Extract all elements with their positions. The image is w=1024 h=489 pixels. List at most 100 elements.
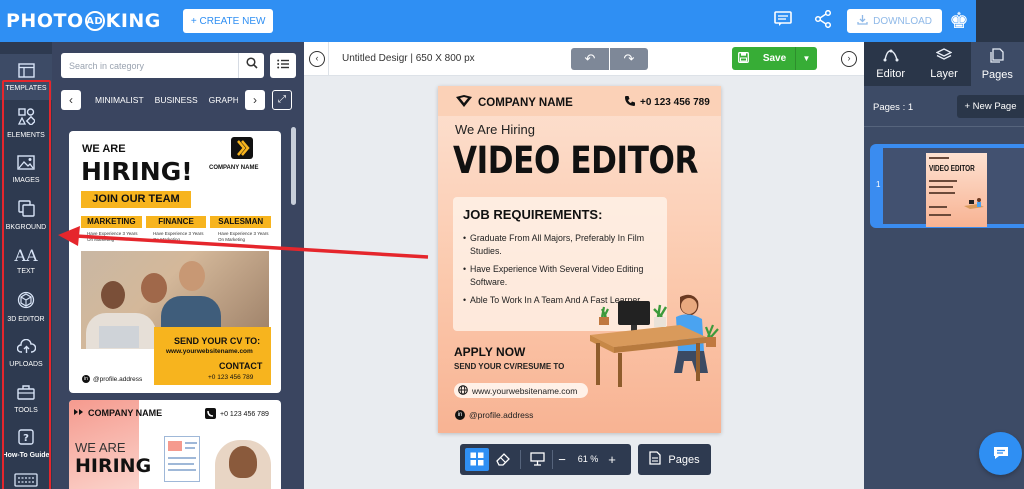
- doc-line: [168, 457, 196, 459]
- person-head: [101, 281, 125, 309]
- doc-line: [168, 463, 194, 465]
- list-item: Graduate From All Majors, Preferably In …: [463, 232, 663, 258]
- eraser-icon[interactable]: [491, 448, 515, 471]
- person-head: [179, 261, 205, 291]
- chevron-right-icon[interactable]: ›: [245, 90, 265, 110]
- zoom-level: 61 %: [577, 454, 599, 464]
- tab-pages[interactable]: Pages: [970, 42, 1024, 86]
- category-business[interactable]: BUSINESS: [155, 95, 198, 105]
- zoom-in-icon[interactable]: +: [603, 448, 621, 471]
- tab-label: Pages: [981, 68, 1013, 81]
- poster-we-are[interactable]: We Are Hiring: [455, 122, 535, 137]
- page-item[interactable]: 1 VIDEO EDITOR: [870, 144, 1024, 228]
- phone-icon: [205, 408, 216, 421]
- king-icon[interactable]: ♚: [942, 8, 976, 34]
- page-thumbnail-title: VIDEO EDITOR: [929, 164, 975, 173]
- logo-badge: AD: [84, 11, 105, 31]
- thumb-line: [929, 206, 947, 208]
- poster-profile[interactable]: in @profile.address: [455, 410, 533, 420]
- globe-icon: [458, 384, 468, 397]
- template-tag: SALESMAN: [210, 216, 272, 228]
- layer-icon: [935, 48, 953, 65]
- save-button[interactable]: Save ▼: [732, 47, 817, 70]
- template-hiring: HIRING!: [81, 157, 193, 186]
- page-thumbnail[interactable]: VIDEO EDITOR: [926, 153, 987, 227]
- template-contact: CONTACT: [219, 361, 263, 371]
- search-icon[interactable]: [238, 53, 264, 78]
- tab-layer[interactable]: Layer: [917, 42, 970, 86]
- doc-line: [185, 442, 197, 444]
- list-view-icon[interactable]: [270, 53, 296, 78]
- app-window: PHOTO AD KING + CREATE NEW DOWNLOAD ♚ TE…: [0, 0, 1024, 489]
- template-profile-text: @profile.address: [93, 375, 143, 383]
- template-tag: FINANCE: [145, 216, 207, 228]
- template-we-are: WE ARE: [75, 440, 126, 455]
- poster-desk-illustration[interactable]: [588, 281, 721, 391]
- template-company: COMPANY NAME: [73, 407, 162, 419]
- search-input[interactable]: Search in category: [61, 53, 238, 78]
- template-card[interactable]: COMPANY NAME +0 123 456 789 WE ARE HIRIN…: [69, 400, 281, 489]
- poster-send-cv[interactable]: SEND YOUR CV/RESUME TO: [454, 362, 564, 371]
- template-company-text: COMPANY NAME: [88, 408, 163, 418]
- share-icon[interactable]: [803, 9, 843, 33]
- chevron-left-icon[interactable]: ‹: [61, 90, 81, 110]
- category-graphic[interactable]: GRAPHI: [209, 95, 238, 105]
- page-thumb-area: VIDEO EDITOR: [883, 148, 1024, 227]
- thumb-illustration: [964, 197, 984, 215]
- new-page-button[interactable]: + New Page: [957, 95, 1024, 118]
- design-canvas[interactable]: COMPANY NAME +0 123 456 789 We Are Hirin…: [438, 86, 721, 433]
- left-tool-rail: TEMPLATES ELEMENTS IMAGES BKGROUND Aa TE…: [0, 42, 52, 489]
- chat-support-icon[interactable]: [979, 432, 1022, 475]
- grid-view-icon[interactable]: [465, 448, 489, 471]
- doc-line: [168, 469, 196, 471]
- collapse-right-icon[interactable]: ›: [841, 51, 857, 67]
- poster-profile-text: @profile.address: [469, 410, 534, 420]
- category-list: MINIMALIST BUSINESS GRAPHI: [86, 90, 238, 110]
- save-icon: [732, 51, 754, 66]
- expand-icon[interactable]: ⤢: [272, 90, 292, 110]
- present-icon[interactable]: [525, 448, 549, 471]
- category-minimalist[interactable]: MINIMALIST: [95, 95, 144, 105]
- poster-url[interactable]: www.yourwebsitename.com: [454, 383, 588, 398]
- poster-requirements-title[interactable]: JOB REQUIREMENTS:: [463, 207, 602, 222]
- logo-text-right: KING: [105, 10, 161, 32]
- template-send-cv: SEND YOUR CV TO:: [174, 336, 261, 346]
- undo-icon[interactable]: ↶: [571, 48, 610, 70]
- create-new-button[interactable]: + CREATE NEW: [182, 9, 274, 33]
- logo-text-left: PHOTO: [6, 10, 84, 32]
- panel-scrollbar[interactable]: [291, 127, 296, 205]
- top-bar: PHOTO AD KING + CREATE NEW DOWNLOAD ♚: [0, 0, 1024, 42]
- feedback-icon[interactable]: [763, 10, 803, 32]
- template-card[interactable]: WE ARE HIRING! COMPANY NAME JOIN OUR TEA…: [69, 131, 281, 393]
- redo-icon[interactable]: ↷: [610, 48, 648, 70]
- zoom-out-icon[interactable]: −: [553, 448, 571, 471]
- poster-company[interactable]: COMPANY NAME: [455, 94, 573, 111]
- poster-apply-now[interactable]: APPLY NOW: [454, 345, 525, 359]
- page-number: 1: [876, 180, 881, 189]
- template-phone: +0 123 456 789: [205, 408, 269, 421]
- phone-icon: [624, 95, 636, 110]
- collapse-left-icon[interactable]: ‹: [309, 51, 325, 67]
- poster-title[interactable]: VIDEO EDITOR: [453, 139, 698, 182]
- search-placeholder: Search in category: [69, 61, 145, 71]
- templates-icon: [17, 62, 35, 81]
- download-button[interactable]: DOWNLOAD: [847, 9, 942, 33]
- pages-button-label: Pages: [668, 453, 700, 466]
- doc-photo: [168, 441, 182, 451]
- template-phone: +0 123 456 789: [208, 374, 254, 381]
- document-title[interactable]: Untitled Desigr | 650 X 800 px: [342, 53, 475, 64]
- template-small-text: Have Experience 3 Years On Marketing: [218, 231, 269, 242]
- poster-phone[interactable]: +0 123 456 789: [624, 95, 710, 110]
- tab-label: Editor: [876, 68, 906, 80]
- tab-editor[interactable]: Editor: [864, 42, 917, 86]
- template-url: www.yourwebsitename.com: [166, 348, 253, 355]
- logo[interactable]: PHOTO AD KING: [6, 10, 161, 32]
- toolbar-divider: [520, 450, 521, 469]
- thumb-line: [929, 192, 955, 194]
- company-logo-icon: [231, 137, 253, 159]
- poster-company-text: COMPANY NAME: [478, 96, 573, 109]
- pages-panel: Pages : 1 + New Page 1 VIDEO EDITOR: [864, 86, 1024, 489]
- category-row: ‹ MINIMALIST BUSINESS GRAPHI › ⤢: [61, 90, 296, 112]
- pages-button[interactable]: Pages: [638, 444, 711, 475]
- chevron-down-icon[interactable]: ▼: [795, 47, 817, 70]
